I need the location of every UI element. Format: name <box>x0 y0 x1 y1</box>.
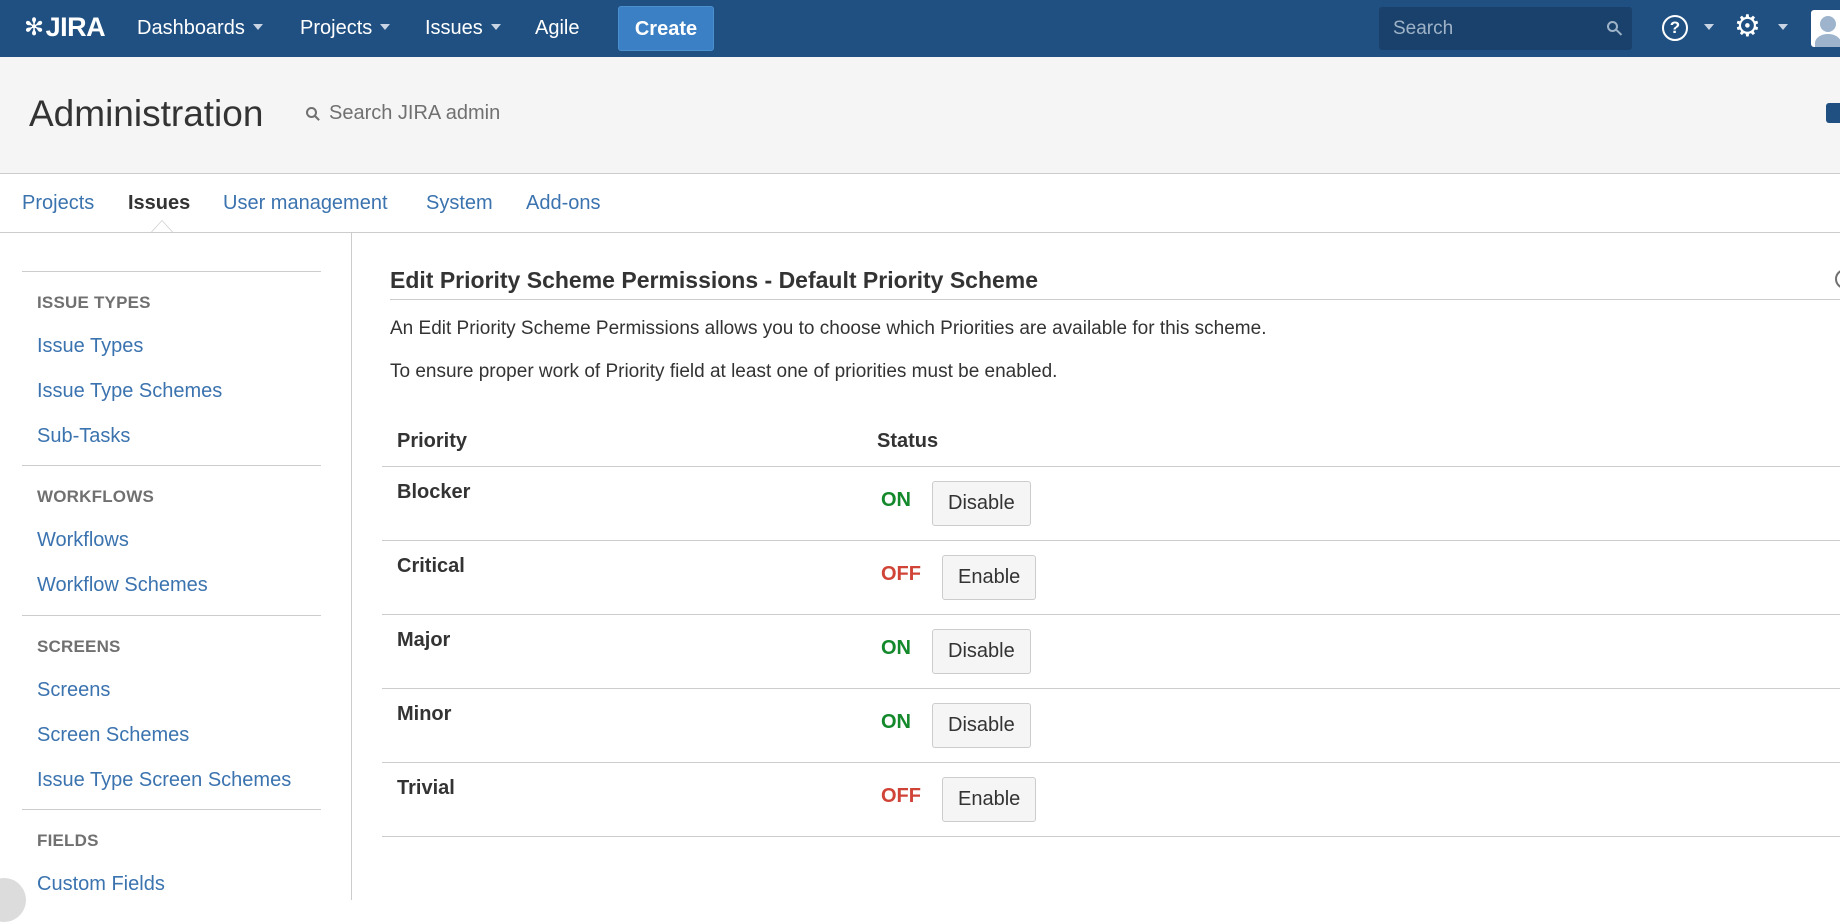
sidebar-item-issue-type-screen-schemes[interactable]: Issue Type Screen Schemes <box>37 769 291 792</box>
status-badge: ON <box>881 489 911 511</box>
priority-name: Critical <box>397 555 465 577</box>
page-title: Administration <box>29 93 264 134</box>
admin-tabs: Projects Issues User management System A… <box>0 174 1840 233</box>
sidebar-divider <box>22 271 321 272</box>
nav-dashboards-label: Dashboards <box>137 17 245 39</box>
chevron-down-icon <box>380 23 391 30</box>
help-circle-icon[interactable] <box>1835 269 1840 289</box>
search-icon <box>1607 21 1618 32</box>
priority-name: Trivial <box>397 777 455 799</box>
help-icon[interactable]: ? <box>1662 15 1688 41</box>
top-search-placeholder: Search <box>1393 18 1454 39</box>
feedback-icon[interactable] <box>1826 103 1840 123</box>
tab-user-management[interactable]: User management <box>223 174 388 232</box>
help-chevron-down-icon[interactable] <box>1704 24 1714 30</box>
description-text-2: To ensure proper work of Priority field … <box>390 361 1058 382</box>
status-badge: ON <box>881 637 911 659</box>
status-badge: OFF <box>881 563 921 585</box>
jira-logo-text: JIRA <box>45 11 106 42</box>
tab-add-ons[interactable]: Add-ons <box>526 174 601 232</box>
sidebar: ISSUE TYPES Issue Types Issue Type Schem… <box>0 233 352 900</box>
tab-projects[interactable]: Projects <box>22 174 94 232</box>
disable-button[interactable]: Disable <box>932 629 1031 674</box>
create-button[interactable]: Create <box>618 6 714 51</box>
priority-name: Major <box>397 629 451 651</box>
nav-issues[interactable]: Issues <box>425 0 501 57</box>
heading-divider <box>390 299 1840 300</box>
priority-name: Blocker <box>397 481 471 503</box>
tab-system[interactable]: System <box>426 174 493 232</box>
sidebar-item-workflows[interactable]: Workflows <box>37 529 129 552</box>
sidebar-item-sub-tasks[interactable]: Sub-Tasks <box>37 425 130 448</box>
table-row: Major ON Disable <box>382 614 1840 688</box>
status-badge: OFF <box>881 785 921 807</box>
column-header-priority: Priority <box>397 430 468 452</box>
sidebar-item-issue-type-schemes[interactable]: Issue Type Schemes <box>37 380 222 403</box>
sidebar-heading-issue-types: ISSUE TYPES <box>37 293 151 312</box>
nav-projects-label: Projects <box>300 17 373 39</box>
sidebar-divider <box>22 465 321 466</box>
active-tab-pointer <box>151 220 173 232</box>
top-navigation-bar: ✻ JIRA Dashboards Projects Issues Agile … <box>0 0 1840 57</box>
sidebar-divider <box>22 615 321 616</box>
jira-logo-icon: ✻ <box>24 13 44 41</box>
table-row: Critical OFF Enable <box>382 540 1840 614</box>
top-search-input[interactable]: Search <box>1379 7 1632 50</box>
sidebar-item-issue-types[interactable]: Issue Types <box>37 335 143 358</box>
sidebar-heading-workflows: WORKFLOWS <box>37 487 154 506</box>
enable-button[interactable]: Enable <box>942 555 1037 600</box>
enable-button[interactable]: Enable <box>942 777 1037 822</box>
gear-icon[interactable]: ⚙ <box>1734 12 1761 42</box>
page-heading: Edit Priority Scheme Permissions - Defau… <box>390 267 1039 293</box>
nav-agile[interactable]: Agile <box>535 0 579 57</box>
description-text: An Edit Priority Scheme Permissions allo… <box>390 318 1267 339</box>
gear-chevron-down-icon[interactable] <box>1778 24 1788 30</box>
sidebar-item-screens[interactable]: Screens <box>37 679 110 702</box>
status-badge: ON <box>881 711 911 733</box>
sidebar-heading-screens: SCREENS <box>37 637 121 656</box>
sidebar-item-screen-schemes[interactable]: Screen Schemes <box>37 724 189 747</box>
table-row: Minor ON Disable <box>382 688 1840 762</box>
nav-issues-label: Issues <box>425 17 483 39</box>
nav-agile-label: Agile <box>535 17 580 39</box>
sidebar-heading-fields: FIELDS <box>37 831 99 850</box>
admin-header: Administration Search JIRA admin <box>0 57 1840 174</box>
nav-projects[interactable]: Projects <box>300 0 391 57</box>
disable-button[interactable]: Disable <box>932 481 1031 526</box>
table-row: Trivial OFF Enable <box>382 762 1840 837</box>
main-content: Edit Priority Scheme Permissions - Defau… <box>352 233 1840 900</box>
avatar[interactable] <box>1811 10 1840 47</box>
sidebar-item-workflow-schemes[interactable]: Workflow Schemes <box>37 574 208 597</box>
help-glyph: ? <box>1669 18 1681 37</box>
nav-dashboards[interactable]: Dashboards <box>137 0 263 57</box>
column-header-status: Status <box>877 430 939 452</box>
disable-button[interactable]: Disable <box>932 703 1031 748</box>
sidebar-item-custom-fields[interactable]: Custom Fields <box>37 873 165 896</box>
admin-search-input[interactable]: Search JIRA admin <box>304 102 500 125</box>
jira-logo[interactable]: ✻ JIRA <box>24 10 106 44</box>
chevron-down-icon <box>490 23 501 30</box>
priority-name: Minor <box>397 703 452 725</box>
admin-search-placeholder: Search JIRA admin <box>329 102 501 124</box>
table-row: Blocker ON Disable <box>382 466 1840 540</box>
search-icon <box>306 107 317 118</box>
chevron-down-icon <box>252 23 263 30</box>
sidebar-divider <box>22 809 321 810</box>
